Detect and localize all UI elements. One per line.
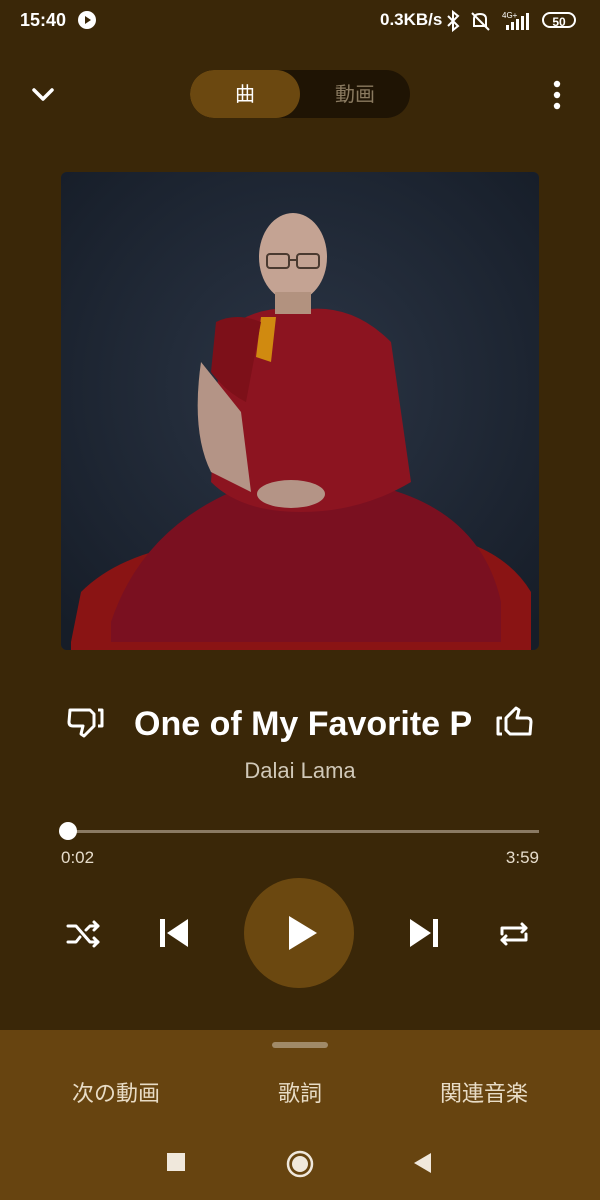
signal-icon: 4G+: [502, 11, 529, 30]
shuffle-icon[interactable]: [64, 914, 104, 954]
tab-lyrics[interactable]: 歌詞: [200, 1076, 400, 1108]
back-icon[interactable]: [412, 1152, 434, 1174]
artist-name[interactable]: Dalai Lama: [0, 758, 600, 784]
svg-text:4G+: 4G+: [502, 11, 518, 20]
status-bar: 15:40 0.3KB/s 4G+ 50: [0, 0, 600, 44]
album-art: [61, 172, 539, 650]
top-bar: 曲 動画: [0, 60, 600, 126]
chevron-down-icon[interactable]: [26, 80, 60, 110]
previous-track-icon[interactable]: [154, 912, 194, 954]
next-track-icon[interactable]: [404, 912, 444, 954]
media-playing-icon: [78, 11, 96, 29]
elapsed-time: 0:02: [61, 848, 95, 867]
play-icon: [289, 916, 317, 950]
repeat-icon[interactable]: [494, 914, 534, 954]
drag-handle[interactable]: [272, 1042, 328, 1048]
more-options-icon[interactable]: [546, 78, 568, 112]
play-button[interactable]: [244, 878, 354, 988]
thumbs-up-icon[interactable]: [492, 700, 536, 744]
home-icon[interactable]: [286, 1150, 314, 1178]
song-title: One of My Favorite P: [134, 705, 473, 743]
network-speed: 0.3KB/s: [380, 10, 443, 29]
thumbs-down-icon[interactable]: [64, 700, 108, 744]
seek-bar[interactable]: [58, 822, 539, 840]
song-title-container: One of My Favorite P: [134, 700, 476, 748]
status-icons: 4G+: [447, 9, 529, 33]
tab-video[interactable]: 動画: [300, 70, 410, 118]
status-time: 15:40: [20, 10, 67, 30]
seek-bar-thumb[interactable]: [58, 822, 77, 840]
recent-apps-icon[interactable]: [166, 1152, 186, 1172]
tab-up-next[interactable]: 次の動画: [16, 1076, 216, 1108]
album-artwork-image: [61, 172, 539, 650]
tab-song[interactable]: 曲: [190, 70, 300, 118]
battery-indicator: 50: [542, 12, 576, 29]
total-time: 3:59: [505, 848, 539, 867]
bluetooth-icon: [447, 9, 460, 33]
content-toggle: 曲 動画: [190, 70, 410, 118]
tab-related[interactable]: 関連音楽: [384, 1076, 584, 1108]
mute-icon: [471, 12, 490, 31]
